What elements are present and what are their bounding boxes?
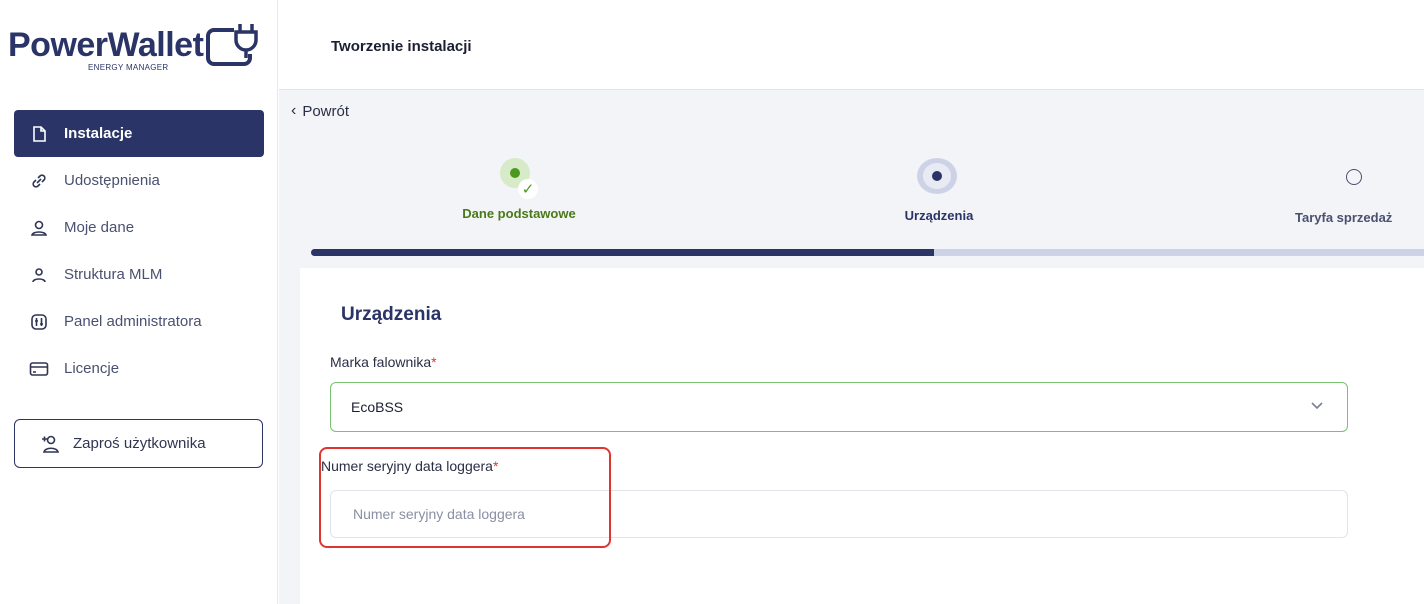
step-label: Taryfa sprzedaż <box>1295 210 1393 225</box>
sidebar-item-struktura-mlm[interactable]: Struktura MLM <box>14 251 264 298</box>
brand-tagline: ENERGY MANAGER <box>88 63 169 72</box>
sidebar-nav: Instalacje Udostępnienia Moje dane Struk… <box>14 110 264 392</box>
section-title: Urządzenia <box>341 304 442 325</box>
sidebar-item-label: Panel administratora <box>64 313 202 330</box>
brand-logo[interactable]: PowerWallet ENERGY MANAGER <box>8 18 270 80</box>
check-icon: ✓ <box>518 179 538 199</box>
inverter-brand-select[interactable]: EcoBSS <box>330 382 1348 432</box>
sidebar-item-licencje[interactable]: Licencje <box>14 345 264 392</box>
step-label: Urządzenia <box>904 208 974 223</box>
required-mark: * <box>431 354 437 370</box>
chevron-left-icon: ‹ <box>291 102 297 119</box>
chevron-down-icon <box>1309 397 1325 413</box>
sidebar-item-panel-administratora[interactable]: Panel administratora <box>14 298 264 345</box>
person-icon <box>28 264 50 286</box>
logger-serial-input[interactable] <box>330 490 1348 538</box>
step-current-indicator <box>917 158 957 194</box>
logger-serial-label: Numer seryjny data loggera* <box>321 458 499 474</box>
invite-user-label: Zaproś użytkownika <box>73 435 206 452</box>
required-mark: * <box>492 458 499 474</box>
invite-user-button[interactable]: Zaproś użytkownika <box>14 419 263 468</box>
sidebar-item-label: Instalacje <box>64 125 133 142</box>
back-link[interactable]: ‹ Powrót <box>291 102 349 120</box>
back-label: Powrót <box>302 102 350 120</box>
step-pending-indicator <box>1346 169 1362 185</box>
inverter-brand-label: Marka falownika* <box>330 354 437 370</box>
page-header: Tworzenie instalacji <box>279 0 1424 90</box>
main-content: ‹ Powrót ✓ Dane podstawowe Urządzenia Ta… <box>279 90 1424 604</box>
sidebar: PowerWallet ENERGY MANAGER Instalacje Ud… <box>0 0 278 604</box>
inverter-brand-value: EcoBSS <box>351 399 404 415</box>
document-icon <box>28 123 50 145</box>
wizard-progress-fill <box>311 249 935 256</box>
sidebar-item-label: Licencje <box>64 360 120 377</box>
link-icon <box>28 170 50 192</box>
card-icon <box>28 358 50 380</box>
user-icon <box>28 217 50 239</box>
brand-name: PowerWallet <box>8 26 204 64</box>
sidebar-item-label: Moje dane <box>64 219 135 236</box>
sidebar-item-instalacje[interactable]: Instalacje <box>14 110 264 157</box>
admin-panel-icon <box>28 311 50 333</box>
wizard-progress-bar <box>311 249 1424 256</box>
sidebar-item-moje-dane[interactable]: Moje dane <box>14 204 264 251</box>
sidebar-item-udostepnienia[interactable]: Udostępnienia <box>14 157 264 204</box>
page-title: Tworzenie instalacji <box>331 38 472 55</box>
sidebar-item-label: Struktura MLM <box>64 266 163 283</box>
sidebar-item-label: Udostępnienia <box>64 172 160 189</box>
step-label: Dane podstawowe <box>462 206 576 221</box>
devices-form-card: Urządzenia Marka falownika* EcoBSS Numer… <box>300 268 1424 604</box>
add-user-icon <box>39 433 61 455</box>
wallet-plug-icon <box>206 24 258 66</box>
